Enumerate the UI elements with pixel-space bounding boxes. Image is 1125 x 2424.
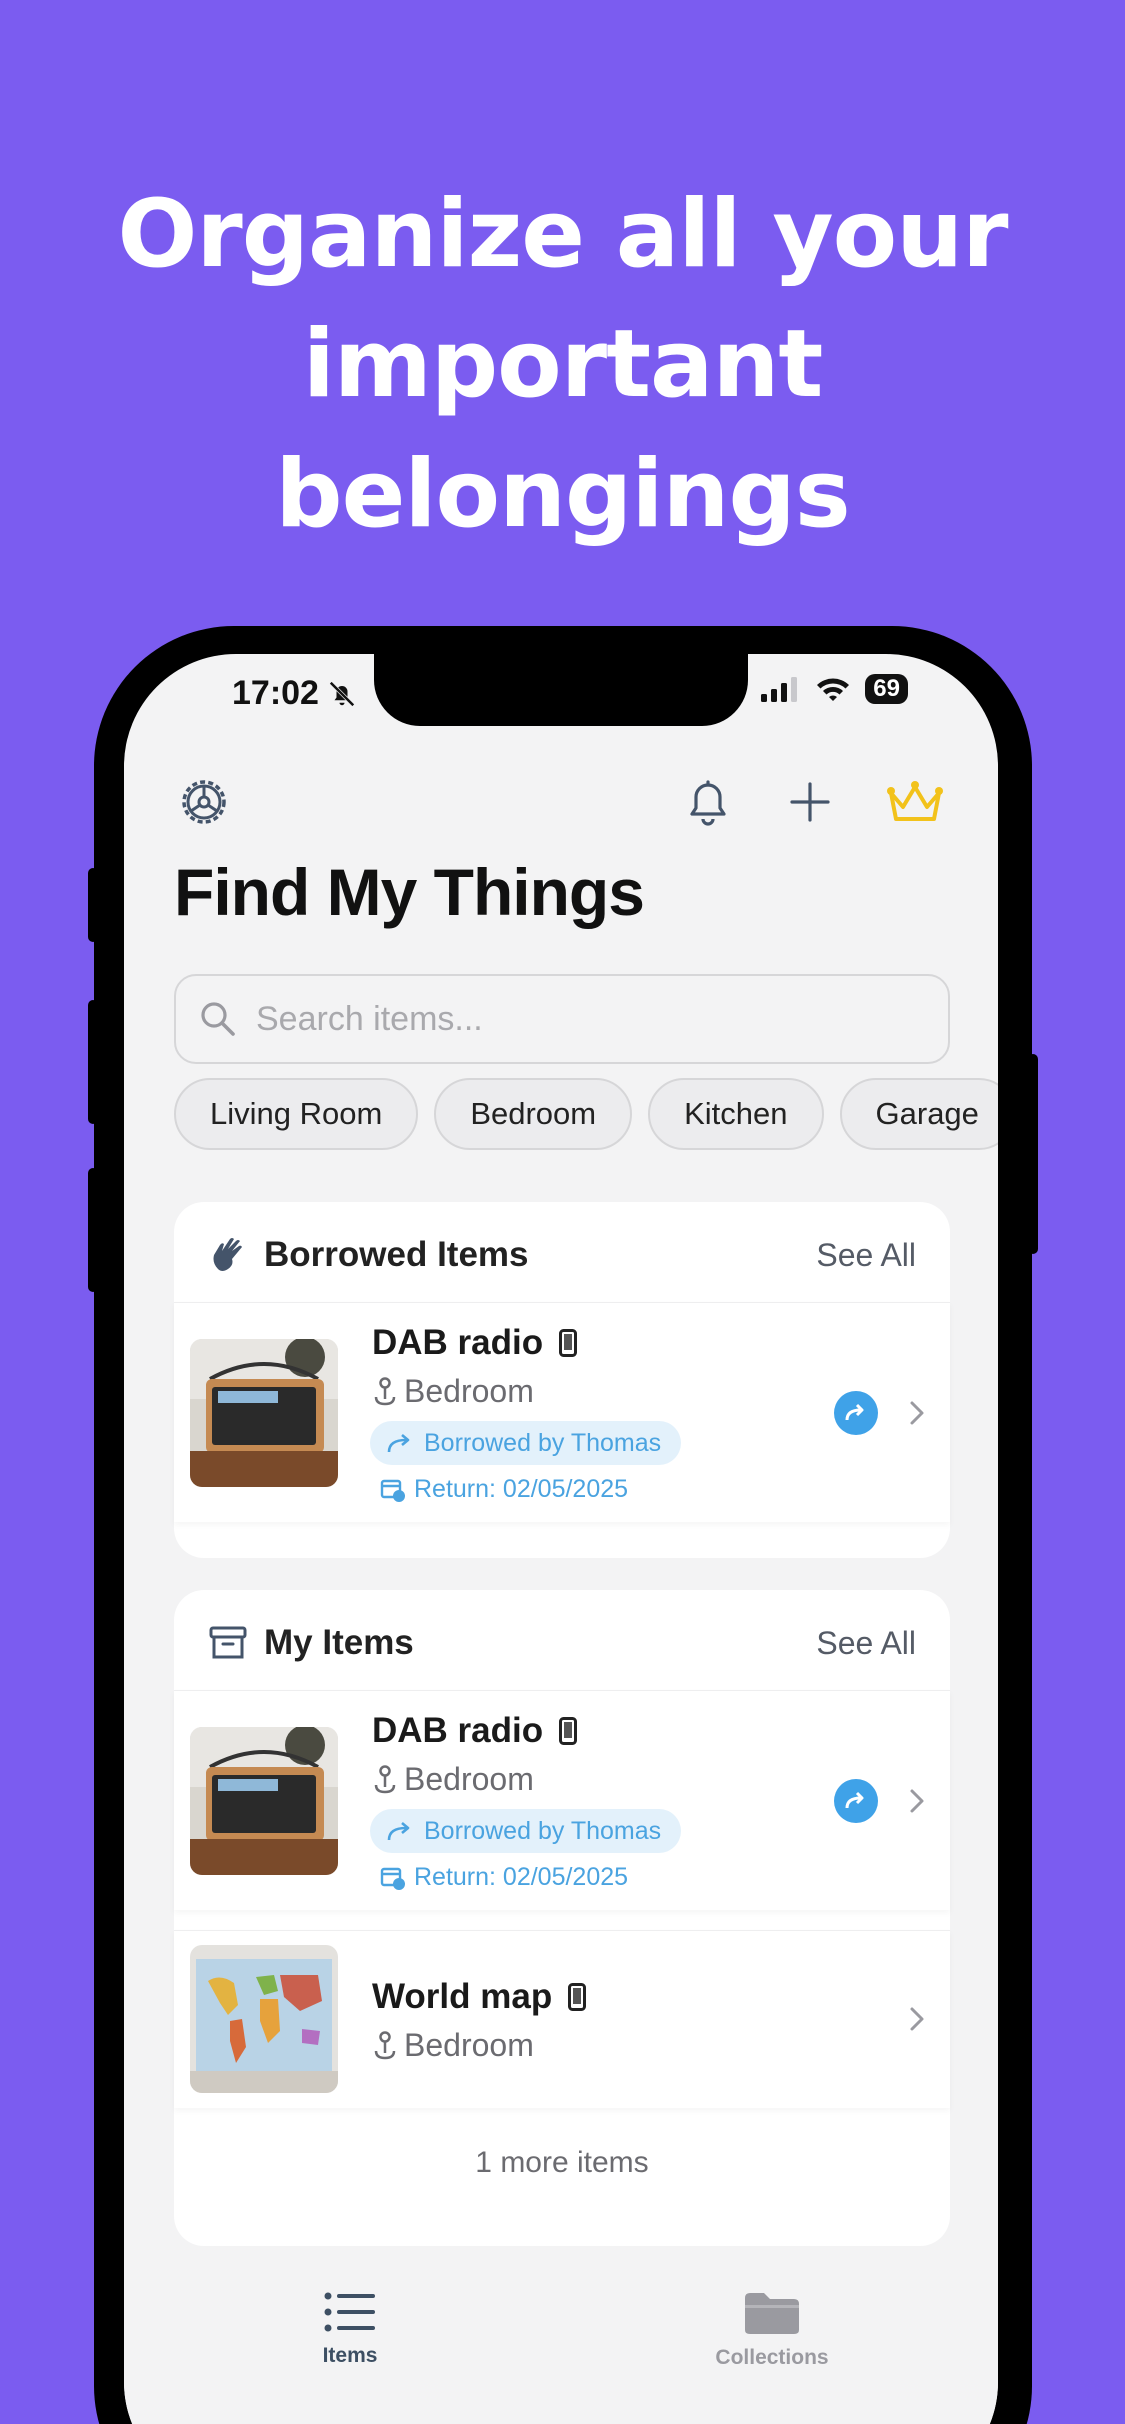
chip-bedroom[interactable]: Bedroom: [434, 1078, 633, 1150]
item-location-text: Bedroom: [404, 1373, 534, 1409]
settings-button[interactable]: [176, 774, 232, 830]
add-item-button[interactable]: [782, 774, 838, 830]
wifi-icon: [817, 678, 850, 701]
share-arrow-icon: [845, 1791, 864, 1809]
item-name: DAB radio: [372, 1323, 544, 1362]
bell-slash-icon: [329, 680, 355, 707]
borrowed-by-text: Borrowed by Thomas: [424, 1816, 662, 1845]
item-name: DAB radio: [372, 1711, 544, 1750]
app-title: Find My Things: [174, 855, 645, 929]
tab-collections-label: Collections: [715, 2346, 829, 2369]
borrowed-by-badge: Borrowed by Thomas: [370, 1421, 682, 1465]
phone-power-button: [1028, 1054, 1038, 1254]
search-bar[interactable]: [174, 974, 950, 1064]
item-location-text: Bedroom: [404, 2027, 534, 2063]
gear-icon: [182, 780, 226, 824]
dab-radio-thumbnail: [190, 1339, 338, 1487]
item-name-row: DAB radio: [372, 1323, 578, 1363]
crown-icon: [887, 781, 943, 821]
phone-volume-down: [88, 1168, 98, 1292]
phone-screen: 17:02 69 Find My Things Search items... …: [124, 654, 998, 2424]
world-map-thumbnail: [190, 1945, 338, 2093]
lend-status-button[interactable]: [834, 1779, 878, 1823]
item-location-text: Bedroom: [404, 1761, 534, 1797]
item-name: World map: [372, 1977, 553, 2016]
more-items-link[interactable]: 1 more items: [174, 2146, 950, 2180]
chevron-right-icon: [910, 2007, 924, 2031]
tab-items[interactable]: Items: [250, 2290, 450, 2368]
list-item-world-map[interactable]: World map Bedroom: [174, 1930, 950, 2108]
my-items-card: My Items See All DAB radio Bedroom Borro…: [174, 1590, 950, 2246]
marketing-headline: Organize all your important belongings: [0, 170, 1125, 560]
list-icon: [324, 2292, 375, 2332]
chip-kitchen[interactable]: Kitchen: [648, 1078, 824, 1150]
my-items-header: My Items See All: [208, 1618, 916, 1668]
headline-line-2: important: [302, 310, 824, 419]
borrowed-by-badge: Borrowed by Thomas: [370, 1809, 682, 1853]
phone-icon: [559, 1717, 578, 1745]
item-location: Bedroom: [372, 1761, 534, 1798]
battery-indicator: 69: [865, 674, 908, 704]
borrowed-items-card: Borrowed Items See All DAB radio Bedroom…: [174, 1202, 950, 1558]
lend-status-button[interactable]: [834, 1391, 878, 1435]
item-name-row: World map: [372, 1977, 587, 2017]
phone-icon: [559, 1329, 578, 1357]
return-date-text: Return: 02/05/2025: [414, 1475, 629, 1503]
tab-collections[interactable]: Collections: [672, 2290, 872, 2370]
notifications-button[interactable]: [680, 774, 736, 830]
bell-icon: [690, 780, 726, 826]
status-time-text: 17:02: [232, 674, 319, 712]
phone-side-button: [88, 868, 98, 942]
status-indicators: 69: [761, 674, 908, 704]
location-pin-icon: [374, 1376, 396, 1405]
phone-volume-up: [88, 1000, 98, 1124]
chip-garage[interactable]: Garage: [839, 1078, 998, 1150]
item-name-row: DAB radio: [372, 1711, 578, 1751]
notch: [374, 654, 748, 726]
location-pin-icon: [374, 1764, 396, 1793]
item-location: Bedroom: [372, 2027, 534, 2064]
headline-line-3: belongings: [275, 440, 850, 549]
phone-icon: [568, 1983, 587, 2011]
status-time: 17:02: [232, 674, 357, 713]
calendar-clock-icon: [380, 1479, 405, 1502]
bottom-tab-bar: Items Collections: [124, 2250, 998, 2424]
my-items-title: My Items: [264, 1623, 414, 1662]
room-filter-chips: Living Room Bedroom Kitchen Garage: [174, 1078, 998, 1150]
borrowed-by-text: Borrowed by Thomas: [424, 1428, 662, 1457]
dab-radio-thumbnail: [190, 1727, 338, 1875]
return-date: Return: 02/05/2025: [380, 1475, 628, 1504]
borrowed-see-all-link[interactable]: See All: [816, 1237, 916, 1274]
search-input[interactable]: [256, 999, 916, 1039]
borrowed-items-header: Borrowed Items See All: [208, 1230, 916, 1280]
borrowed-items-title: Borrowed Items: [264, 1235, 529, 1274]
list-item-dab-radio[interactable]: DAB radio Bedroom Borrowed by Thomas Ret…: [174, 1690, 950, 1910]
headline-line-1: Organize all your: [117, 180, 1008, 289]
calendar-clock-icon: [380, 1867, 405, 1890]
cellular-signal-icon: [761, 677, 798, 702]
waving-hand-icon: [213, 1238, 242, 1271]
return-date: Return: 02/05/2025: [380, 1863, 628, 1892]
share-arrow-icon: [845, 1403, 864, 1421]
tab-items-label: Items: [322, 2344, 378, 2367]
item-location: Bedroom: [372, 1373, 534, 1410]
folder-icon: [745, 2293, 799, 2334]
plus-icon: [790, 782, 830, 822]
my-items-see-all-link[interactable]: See All: [816, 1625, 916, 1662]
return-date-text: Return: 02/05/2025: [414, 1863, 629, 1891]
search-icon: [201, 1002, 235, 1036]
chevron-right-icon: [910, 1789, 924, 1813]
chevron-right-icon: [910, 1401, 924, 1425]
share-arrow-icon: [387, 1822, 410, 1841]
premium-button[interactable]: [884, 772, 946, 832]
location-pin-icon: [374, 2030, 396, 2059]
share-arrow-icon: [387, 1434, 410, 1453]
archive-box-icon: [209, 1626, 247, 1659]
list-item-borrowed-dab-radio[interactable]: DAB radio Bedroom Borrowed by Thomas Ret…: [174, 1302, 950, 1522]
chip-living-room[interactable]: Living Room: [174, 1078, 419, 1150]
